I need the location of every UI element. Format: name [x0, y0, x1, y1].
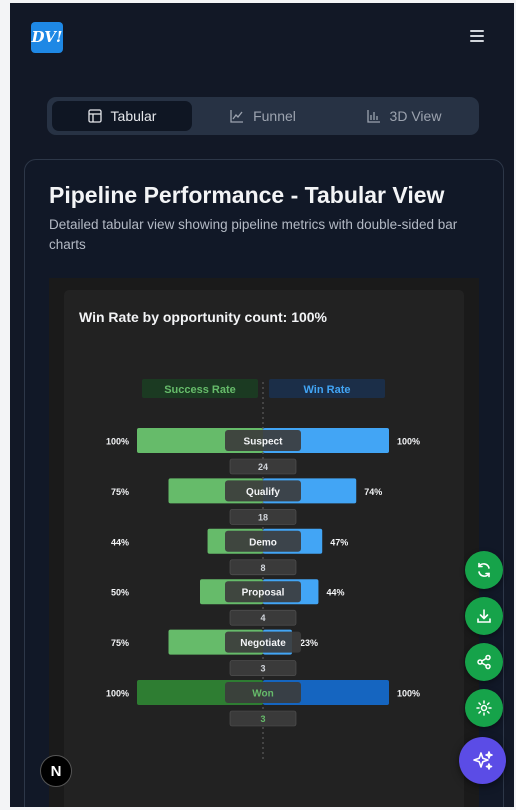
tab-tabular[interactable]: Tabular — [52, 101, 192, 131]
stage-label: Demo — [249, 537, 277, 548]
dev-indicator-badge[interactable]: N — [40, 755, 72, 787]
sparkles-icon — [472, 750, 493, 770]
settings-icon — [476, 700, 492, 716]
success-rate-value: 50% — [111, 588, 129, 598]
stage-label: Proposal — [242, 588, 285, 599]
app-frame: DV! Tabular Funnel 3D View Pipeline Perf… — [10, 3, 514, 807]
settings-button[interactable] — [465, 689, 503, 727]
success-rate-value: 44% — [111, 537, 129, 547]
win-rate-value: 44% — [326, 588, 344, 598]
download-button[interactable] — [465, 597, 503, 635]
share-button[interactable] — [465, 643, 503, 681]
tab-3d-view[interactable]: 3D View — [334, 101, 474, 131]
tab-label: Tabular — [110, 108, 157, 124]
share-icon — [477, 654, 491, 670]
opportunity-count-value: 24 — [258, 462, 268, 472]
opportunity-count-value: 3 — [260, 714, 265, 724]
card-title: Pipeline Performance - Tabular View — [49, 182, 445, 208]
opportunity-count-value: 4 — [260, 613, 265, 623]
tab-label: 3D View — [389, 108, 442, 124]
stage-label: Suspect — [244, 437, 284, 448]
double-sided-bar-chart: Success Rate Win Rate 100% 100% Suspect 24 75%… — [106, 379, 420, 760]
success-rate-value: 100% — [106, 689, 129, 699]
refresh-button[interactable] — [465, 551, 503, 589]
win-rate-value: 74% — [364, 487, 382, 497]
legend-success-rate-label: Success Rate — [164, 384, 236, 396]
win-rate-value: 23% — [300, 638, 318, 648]
stage-label: Won — [252, 689, 273, 700]
win-rate-value: 47% — [330, 537, 348, 547]
tab-funnel[interactable]: Funnel — [193, 101, 333, 131]
line-chart-icon — [230, 110, 244, 123]
pipeline-card: Pipeline Performance - Tabular View Deta… — [24, 159, 504, 807]
stage-label: Negotiate — [240, 638, 286, 649]
opportunity-count-value: 18 — [258, 512, 268, 522]
opportunity-count-value: 8 — [260, 563, 265, 573]
opportunity-count-value: 3 — [260, 664, 265, 674]
ai-assistant-button[interactable] — [459, 737, 506, 784]
win-rate-value: 100% — [397, 437, 420, 447]
stage-label: Qualify — [246, 487, 280, 498]
app-logo[interactable]: DV! — [31, 22, 63, 53]
card-description: Detailed tabular view showing pipeline m… — [49, 217, 458, 252]
table-icon — [87, 109, 102, 123]
bar-chart-icon — [366, 110, 380, 123]
success-rate-value: 100% — [106, 437, 129, 447]
download-icon — [477, 609, 491, 623]
success-rate-value: 75% — [111, 638, 129, 648]
chart-panel: Win Rate by opportunity count: 100% Succ… — [64, 290, 464, 807]
view-tabs: Tabular Funnel 3D View — [47, 97, 479, 135]
hamburger-menu-icon[interactable] — [470, 30, 484, 44]
win-rate-value: 100% — [397, 689, 420, 699]
success-rate-value: 75% — [111, 487, 129, 497]
tab-label: Funnel — [253, 108, 296, 124]
legend-win-rate-label: Win Rate — [304, 384, 351, 396]
refresh-icon — [478, 562, 490, 578]
